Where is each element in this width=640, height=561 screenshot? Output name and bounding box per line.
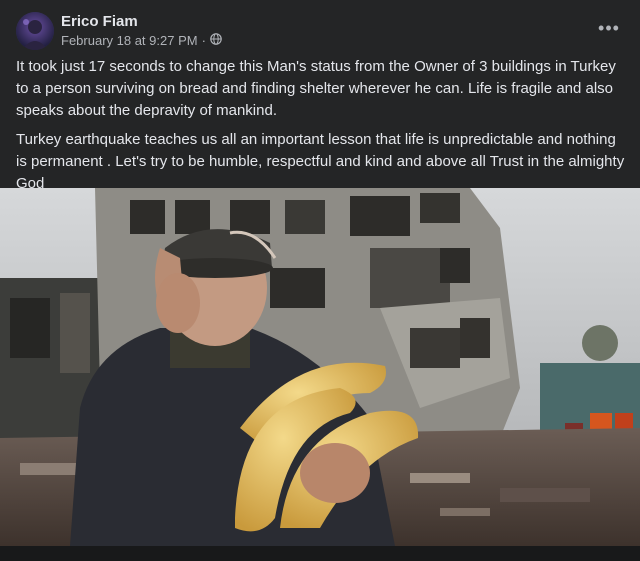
post-header: Erico Fiam February 18 at 9:27 PM · ••• [0, 0, 640, 56]
more-options-icon: ••• [598, 17, 620, 38]
author-avatar[interactable] [16, 12, 54, 50]
bottom-strip [0, 546, 640, 561]
post-timestamp[interactable]: February 18 at 9:27 PM [61, 33, 198, 48]
more-options-button[interactable]: ••• [592, 14, 626, 42]
post-photo-image [0, 188, 640, 546]
author-name[interactable]: Erico Fiam [61, 13, 138, 30]
post-photo[interactable] [0, 188, 640, 546]
meta-separator: · [201, 33, 206, 48]
globe-icon [210, 33, 222, 48]
post-meta: February 18 at 9:27 PM · [61, 33, 222, 48]
post-paragraph-1: It took just 17 seconds to change this M… [16, 58, 616, 119]
post-paragraph-2-text: Turkey earthquake teaches us all an impo… [16, 131, 625, 192]
